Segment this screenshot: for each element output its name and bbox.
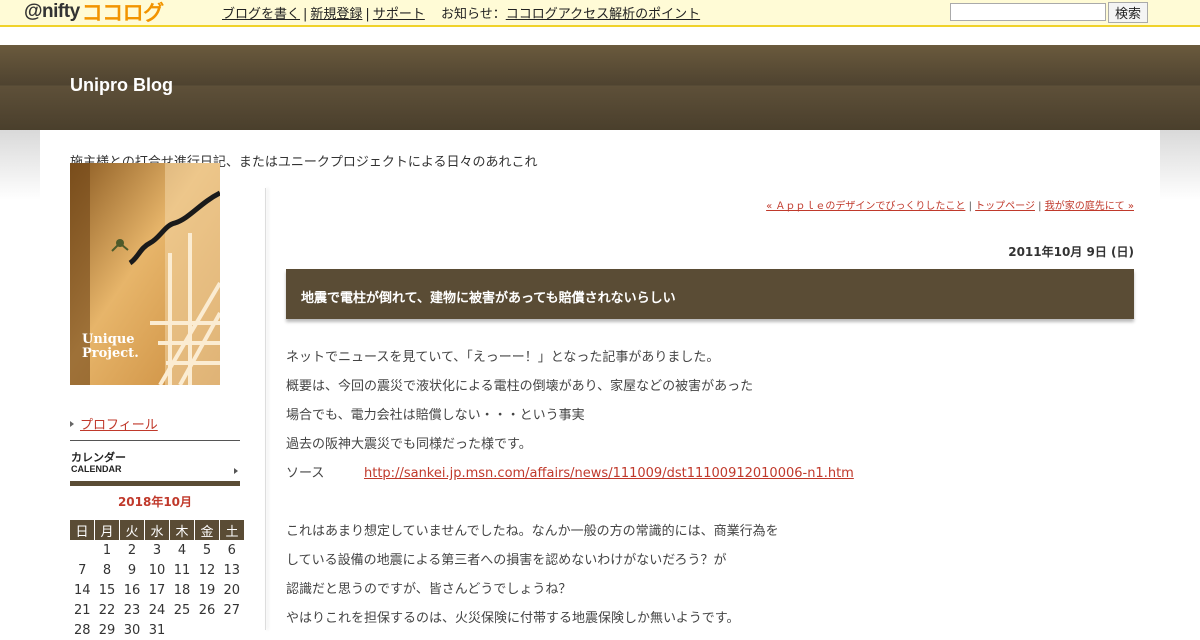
search-input[interactable]	[950, 3, 1106, 21]
calendar-day: 11	[173, 562, 191, 578]
post-line: 場合でも、電力会社は賠償しない・・・という事実	[286, 408, 585, 423]
source-label: ソース	[286, 466, 325, 481]
arrow-right-icon	[234, 468, 238, 474]
sidebar-profile: プロフィール	[70, 414, 158, 433]
calendar-week: 21 22 23 24 25 26 27	[70, 600, 244, 620]
post-title-bar: 地震で電柱が倒れて、建物に被害があっても賠償されないらしい	[286, 269, 1134, 319]
calendar-day: 15	[98, 582, 116, 598]
calendar-day: 1	[102, 542, 112, 558]
calendar-day	[170, 620, 195, 640]
separator: |	[303, 7, 308, 22]
separator: |	[365, 7, 370, 22]
source-line: ソース http://sankei.jp.msn.com/affairs/news…	[286, 462, 854, 481]
logo-nifty: @nifty	[24, 1, 80, 22]
separator: |	[968, 201, 972, 212]
calendar-week: 7 8 9 10 11 12 13	[70, 560, 244, 580]
profile-link[interactable]: プロフィール	[80, 418, 158, 433]
separator: |	[1038, 201, 1042, 212]
calendar-day: 7	[78, 562, 87, 578]
calendar-table: 日月火水木金土 1 2 3 4 5 6 7 8 9 10 11 12 13 14 15 16 17 18 19 20 2…	[70, 520, 244, 640]
calendar-day: 27	[223, 602, 241, 618]
calendar-day: 6	[227, 542, 236, 558]
calendar-weekday: 水	[144, 520, 170, 540]
calendar-weekday: 火	[119, 520, 145, 540]
calendar-day: 14	[73, 582, 91, 598]
calendar-day: 8	[102, 562, 112, 578]
notice-link[interactable]: ココログアクセス解析のポイント	[506, 7, 700, 22]
calendar-weekday: 金	[194, 520, 220, 540]
calendar-day	[70, 540, 95, 560]
post-line: ネットでニュースを見ていて、「えっーー！」となった記事がありました。	[286, 350, 720, 365]
calendar-week: 14 15 16 17 18 19 20	[70, 580, 244, 600]
write-blog-link[interactable]: ブログを書く	[222, 7, 300, 22]
top-links: ブログを書く | 新規登録 | サポート お知らせ：ココログアクセス解析のポイント	[222, 3, 700, 22]
calendar-weekday: 木	[169, 520, 195, 540]
notice-label: お知らせ	[440, 7, 493, 22]
calendar-week: 28 29 30 31	[70, 620, 244, 640]
calendar-day: 17	[148, 582, 166, 598]
calendar-day: 4	[177, 542, 187, 558]
top-bar: @nifty ココログ ブログを書く | 新規登録 | サポート お知らせ：ココログアク…	[0, 0, 1200, 27]
post-line: 認識だと思うのですが、皆さんどうでしょうね？	[286, 582, 572, 597]
calendar-day: 29	[98, 622, 116, 638]
prev-post-link[interactable]: « Ａｐｐｌｅのデザインでびっくりしたこと	[766, 201, 965, 212]
post-line: 過去の阪神大震災でも同様だった様です。	[286, 437, 532, 452]
post-line: している設備の地震による第三者への損害を認めないわけがないだろう？が	[286, 553, 727, 568]
post-date: 2011年10月 9日 (日)	[1008, 245, 1134, 259]
calendar-day: 5	[202, 542, 212, 558]
calendar-day: 13	[223, 562, 241, 578]
calendar-weekdays: 日月火水木金土	[70, 520, 244, 540]
calendar-body: 1 2 3 4 5 6 7 8 9 10 11 12 13 14 15 16 17 18 19 20 21 22 23 24 2…	[70, 540, 244, 640]
photo-caption: Unique Project.	[82, 332, 139, 361]
top-page-link[interactable]: トップページ	[975, 201, 1035, 212]
calendar-day	[220, 620, 245, 640]
calendar-day: 12	[198, 562, 216, 578]
calendar-weekday: 土	[219, 520, 244, 540]
calendar-day: 16	[123, 582, 141, 598]
column-divider	[265, 188, 266, 630]
calendar-weekday: 月	[94, 520, 120, 540]
calendar-day: 2	[127, 542, 137, 558]
post-line: 概要は、今回の震災で液状化による電柱の倒壊があり、家屋などの被害があった	[286, 379, 754, 394]
calendar-day: 31	[148, 622, 166, 638]
post-line: やはりこれを担保するのは、火災保険に付帯する地震保険しか無いようです。	[286, 611, 740, 626]
calendar-day: 19	[198, 582, 216, 598]
calendar-day: 25	[173, 602, 191, 618]
calendar-subtitle: CALENDAR	[71, 464, 122, 474]
next-post-link[interactable]: 我が家の庭先にて »	[1045, 201, 1134, 212]
calendar-day: 22	[98, 602, 116, 618]
divider	[70, 481, 240, 486]
calendar-day: 10	[148, 562, 166, 578]
search-button[interactable]: 検索	[1108, 2, 1148, 23]
calendar-day	[195, 620, 220, 640]
calendar-day: 9	[127, 562, 137, 578]
calendar-day: 24	[148, 602, 166, 618]
calendar-day: 3	[152, 542, 162, 558]
calendar-heading: カレンダー CALENDAR	[70, 440, 240, 487]
source-link[interactable]: http://sankei.jp.msn.com/affairs/news/11…	[364, 466, 854, 481]
nifty-cocolog-logo[interactable]: @nifty ココログ	[24, 0, 165, 25]
calendar-week: 123456	[70, 540, 244, 560]
calendar-day: 23	[123, 602, 141, 618]
calendar-day: 26	[198, 602, 216, 618]
calendar-day: 18	[173, 582, 191, 598]
calendar-weekday: 日	[70, 520, 95, 540]
logo-cocolog: ココログ	[81, 2, 165, 25]
calendar-day: 30	[123, 622, 141, 638]
calendar-day: 21	[73, 602, 91, 618]
post-title[interactable]: 地震で電柱が倒れて、建物に被害があっても賠償されないらしい	[301, 287, 676, 306]
calendar-month: 2018年10月	[117, 495, 193, 509]
support-link[interactable]: サポート	[373, 7, 425, 22]
calendar-day: 28	[73, 622, 91, 638]
signup-link[interactable]: 新規登録	[310, 7, 362, 22]
bullet-arrow-icon	[70, 420, 74, 427]
blog-header: Unipro Blog	[0, 45, 1200, 130]
notice-separator: ：	[492, 7, 506, 22]
post-navigation: « Ａｐｐｌｅのデザインでびっくりしたこと | トップページ | 我が家の庭先に…	[766, 197, 1134, 212]
calendar-title: カレンダー	[71, 452, 126, 464]
blog-title[interactable]: Unipro Blog	[70, 75, 173, 96]
post-line: これはあまり想定していませんでしたね。なんか一般の方の常識的には、商業行為を	[286, 524, 779, 539]
sidebar-photo: Unique Project.	[70, 163, 220, 385]
calendar-day: 20	[223, 582, 241, 598]
